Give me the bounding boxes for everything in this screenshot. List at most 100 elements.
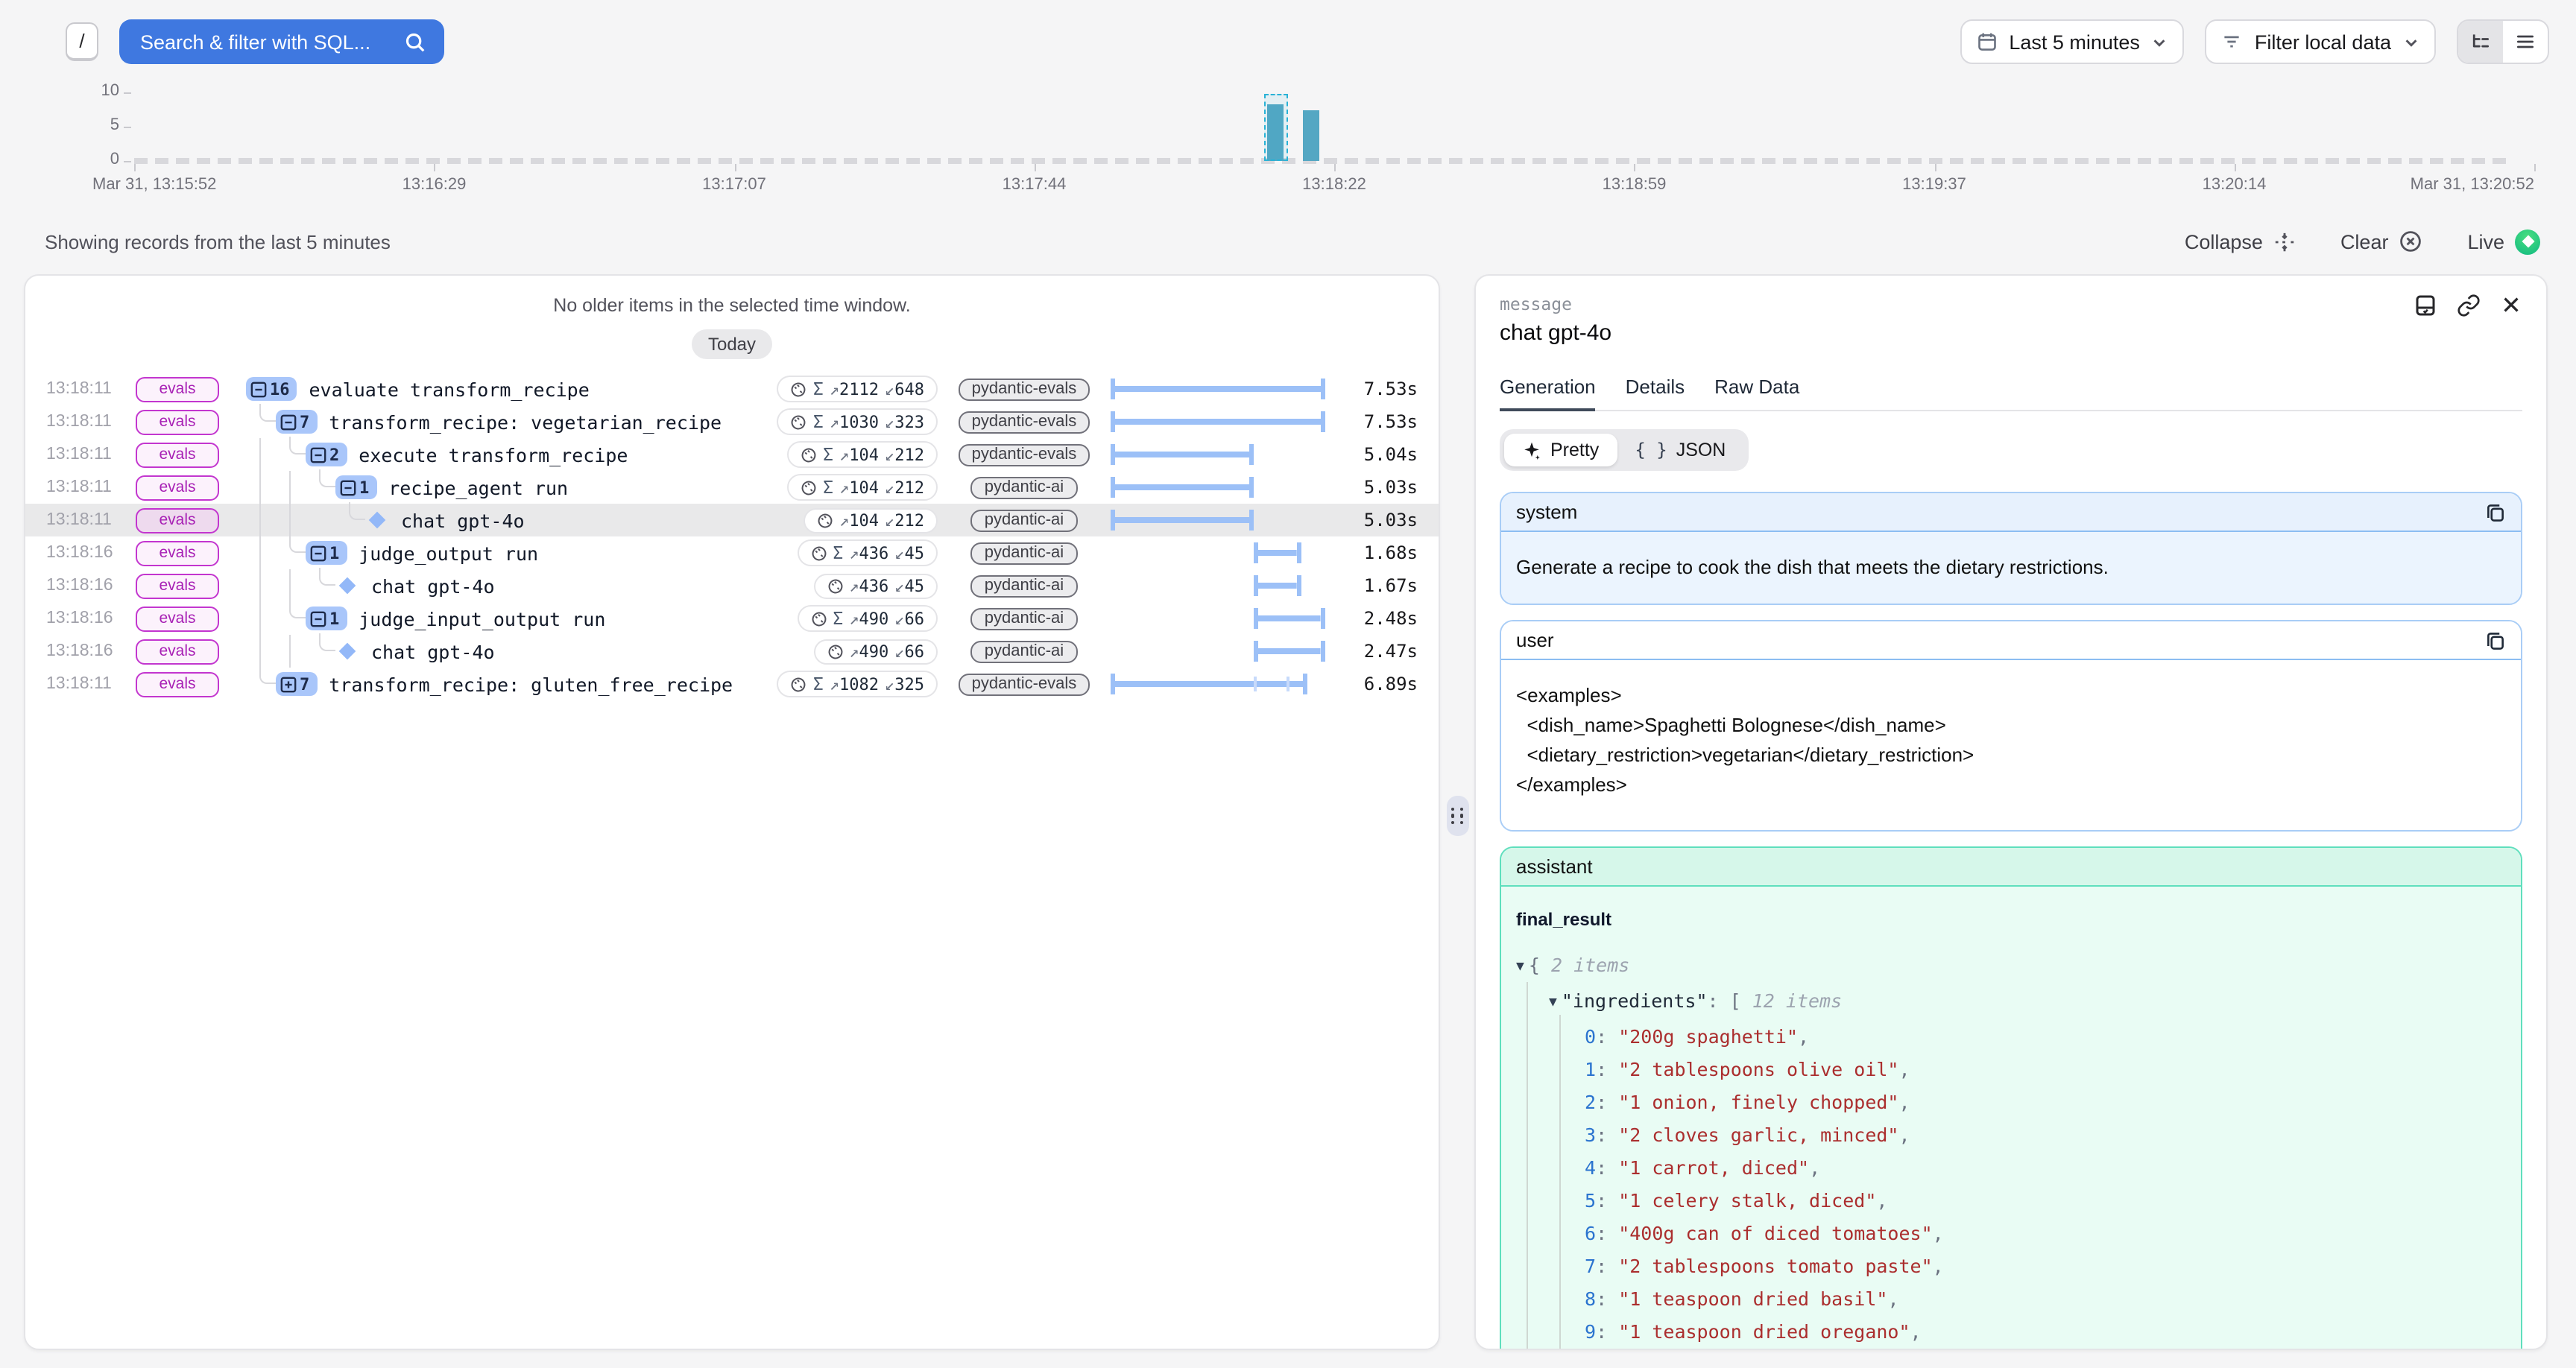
child-count: 16 xyxy=(270,379,290,399)
histogram-bar[interactable] xyxy=(1303,110,1319,161)
tree-elbow-connector xyxy=(289,535,306,553)
x-axis-tick-label: 13:17:07 xyxy=(702,176,766,194)
json-root-line: ▼{ 2 items xyxy=(1516,949,2506,985)
duration-gantt-bar xyxy=(1254,608,1325,629)
trace-row[interactable]: 13:18:11evals7transform_recipe: gluten_f… xyxy=(25,668,1439,700)
list-view-toggle[interactable] xyxy=(2503,21,2548,63)
token-coin-icon xyxy=(827,577,843,594)
x-axis-tick-label: Mar 31, 13:20:52 xyxy=(2411,176,2534,194)
span-name-label: chat gpt-4o xyxy=(401,509,525,531)
tokens-down: ↙66 xyxy=(894,609,924,628)
list-view-icon xyxy=(2515,31,2536,52)
collapse-node-button[interactable]: 1 xyxy=(335,475,376,499)
trace-row[interactable]: 13:18:11evals2execute transform_recipeΣ↗… xyxy=(25,438,1439,471)
span-name-label: execute transform_recipe xyxy=(359,443,628,466)
framework-badge: pydantic-ai xyxy=(971,509,1077,531)
x-axis-tick-label: Mar 31, 13:15:52 xyxy=(92,176,216,194)
evals-tag-badge: evals xyxy=(136,376,219,402)
clear-icon xyxy=(2399,229,2422,253)
collapse-node-button[interactable]: 16 xyxy=(246,377,297,401)
view-mode-toggle xyxy=(2457,19,2549,64)
copy-link-icon[interactable] xyxy=(2457,294,2481,317)
minus-square-icon xyxy=(310,545,326,561)
day-separator-pill[interactable]: Today xyxy=(692,329,772,359)
trace-row[interactable]: 13:18:16evals1judge_output runΣ↗436↙45py… xyxy=(25,536,1439,569)
row-timestamp: 13:18:16 xyxy=(46,544,121,562)
message-scroll-area[interactable]: system Generate a recipe to cook the dis… xyxy=(1500,477,2522,1349)
tab-raw-data[interactable]: Raw Data xyxy=(1714,376,1799,410)
duration-value: 5.03s xyxy=(1340,510,1418,531)
tree-guide-line xyxy=(289,569,291,602)
open-in-explore-icon[interactable] xyxy=(2414,294,2437,317)
leaf-node-icon xyxy=(339,577,356,595)
tokens-down: ↙323 xyxy=(885,412,924,431)
collapse-chevron-icon[interactable]: ▼ xyxy=(1516,951,1524,984)
json-array-item: 2: "1 onion, finely chopped", xyxy=(1516,1086,2506,1119)
span-name-label: chat gpt-4o xyxy=(371,574,495,597)
tab-details[interactable]: Details xyxy=(1626,376,1685,410)
search-button[interactable]: Search & filter with SQL... xyxy=(119,19,443,64)
trace-row[interactable]: 13:18:11evals1recipe_agent runΣ↗104↙212p… xyxy=(25,471,1439,504)
tree-node: 16 evaluate transform_recipe xyxy=(246,373,777,405)
x-axis-tick-label: 13:16:29 xyxy=(402,176,467,194)
duration-gantt-bar xyxy=(1254,542,1301,563)
collapse-chevron-icon[interactable]: ▼ xyxy=(1549,987,1557,1019)
gantt-inner-tick xyxy=(1254,677,1257,691)
tokens-down: ↙212 xyxy=(885,445,924,464)
json-mode-button[interactable]: { } JSON xyxy=(1617,434,1743,466)
collapse-node-button[interactable]: 1 xyxy=(306,607,347,630)
tree-view-toggle[interactable] xyxy=(2458,21,2503,63)
collapse-node-button[interactable]: 2 xyxy=(306,443,347,466)
close-panel-icon[interactable] xyxy=(2500,294,2522,317)
live-toggle[interactable]: Live xyxy=(2467,229,2540,254)
json-array-item: 9: "1 teaspoon dried oregano", xyxy=(1516,1316,2506,1349)
user-message-line: </examples> xyxy=(1516,770,2506,800)
splitter-drag-handle[interactable] xyxy=(1446,796,1468,836)
tree-elbow-connector xyxy=(319,633,335,651)
evals-tag-badge: evals xyxy=(136,606,219,631)
assistant-role-label: assistant xyxy=(1516,855,1593,878)
collapse-node-button[interactable]: 1 xyxy=(306,541,347,565)
token-metrics-pill: Σ↗1082↙325 xyxy=(777,671,938,697)
tree-elbow-connector xyxy=(289,437,306,455)
trace-row[interactable]: 13:18:11evals7transform_recipe: vegetari… xyxy=(25,405,1439,438)
time-range-dropdown[interactable]: Last 5 minutes xyxy=(1960,19,2185,64)
trace-row[interactable]: 13:18:16evals1judge_input_output runΣ↗49… xyxy=(25,602,1439,635)
token-coin-icon xyxy=(791,381,807,397)
tree-elbow-connector xyxy=(319,469,335,487)
child-count: 7 xyxy=(300,412,309,431)
tokens-up: ↗490 xyxy=(849,609,888,628)
duration-gantt-bar xyxy=(1111,411,1325,432)
tab-generation[interactable]: Generation xyxy=(1500,376,1596,410)
trace-row[interactable]: 13:18:11evalschat gpt-4o↗104↙212pydantic… xyxy=(25,504,1439,536)
x-axis-tick: 13:19:37 xyxy=(1934,161,1998,194)
span-name-label: evaluate transform_recipe xyxy=(309,378,590,400)
row-timestamp: 13:18:11 xyxy=(46,511,121,529)
row-timestamp: 13:18:16 xyxy=(46,609,121,627)
copy-icon[interactable] xyxy=(2485,630,2506,650)
tree-guide-line xyxy=(259,569,261,602)
collapse-node-button[interactable]: 7 xyxy=(276,410,317,434)
filter-local-data-dropdown[interactable]: Filter local data xyxy=(2206,19,2436,64)
trace-row[interactable]: 13:18:16evalschat gpt-4o↗490↙66pydantic-… xyxy=(25,635,1439,668)
pretty-mode-button[interactable]: Pretty xyxy=(1504,434,1617,466)
final-result-label: final_result xyxy=(1516,905,2506,934)
duration-value: 2.48s xyxy=(1340,608,1418,629)
histogram-plot[interactable]: 0510 Mar 31, 13:15:5213:16:2913:17:0713:… xyxy=(134,92,2534,161)
clear-button[interactable]: Clear xyxy=(2340,229,2423,253)
tokens-up: ↗436 xyxy=(849,576,888,595)
collapse-button[interactable]: Collapse xyxy=(2185,230,2296,253)
copy-icon[interactable] xyxy=(2485,501,2506,522)
evals-tag-badge: evals xyxy=(136,442,219,467)
trace-row[interactable]: 13:18:16evalschat gpt-4o↗436↙45pydantic-… xyxy=(25,569,1439,602)
final-result-json-viewer[interactable]: ▼{ 2 items▼"ingredients": [ 12 items0: "… xyxy=(1516,949,2506,1349)
trace-row[interactable]: 13:18:11evals16evaluate transform_recipe… xyxy=(25,373,1439,405)
duration-gantt-lane xyxy=(1111,477,1325,498)
sigma-icon: Σ xyxy=(813,379,824,399)
leaf-node-icon xyxy=(369,512,386,529)
tokens-down: ↙45 xyxy=(894,576,924,595)
duration-value: 5.04s xyxy=(1340,444,1418,465)
json-array-item: 1: "2 tablespoons olive oil", xyxy=(1516,1054,2506,1086)
expand-node-button[interactable]: 7 xyxy=(276,672,317,696)
system-message-card: system Generate a recipe to cook the dis… xyxy=(1500,492,2522,605)
